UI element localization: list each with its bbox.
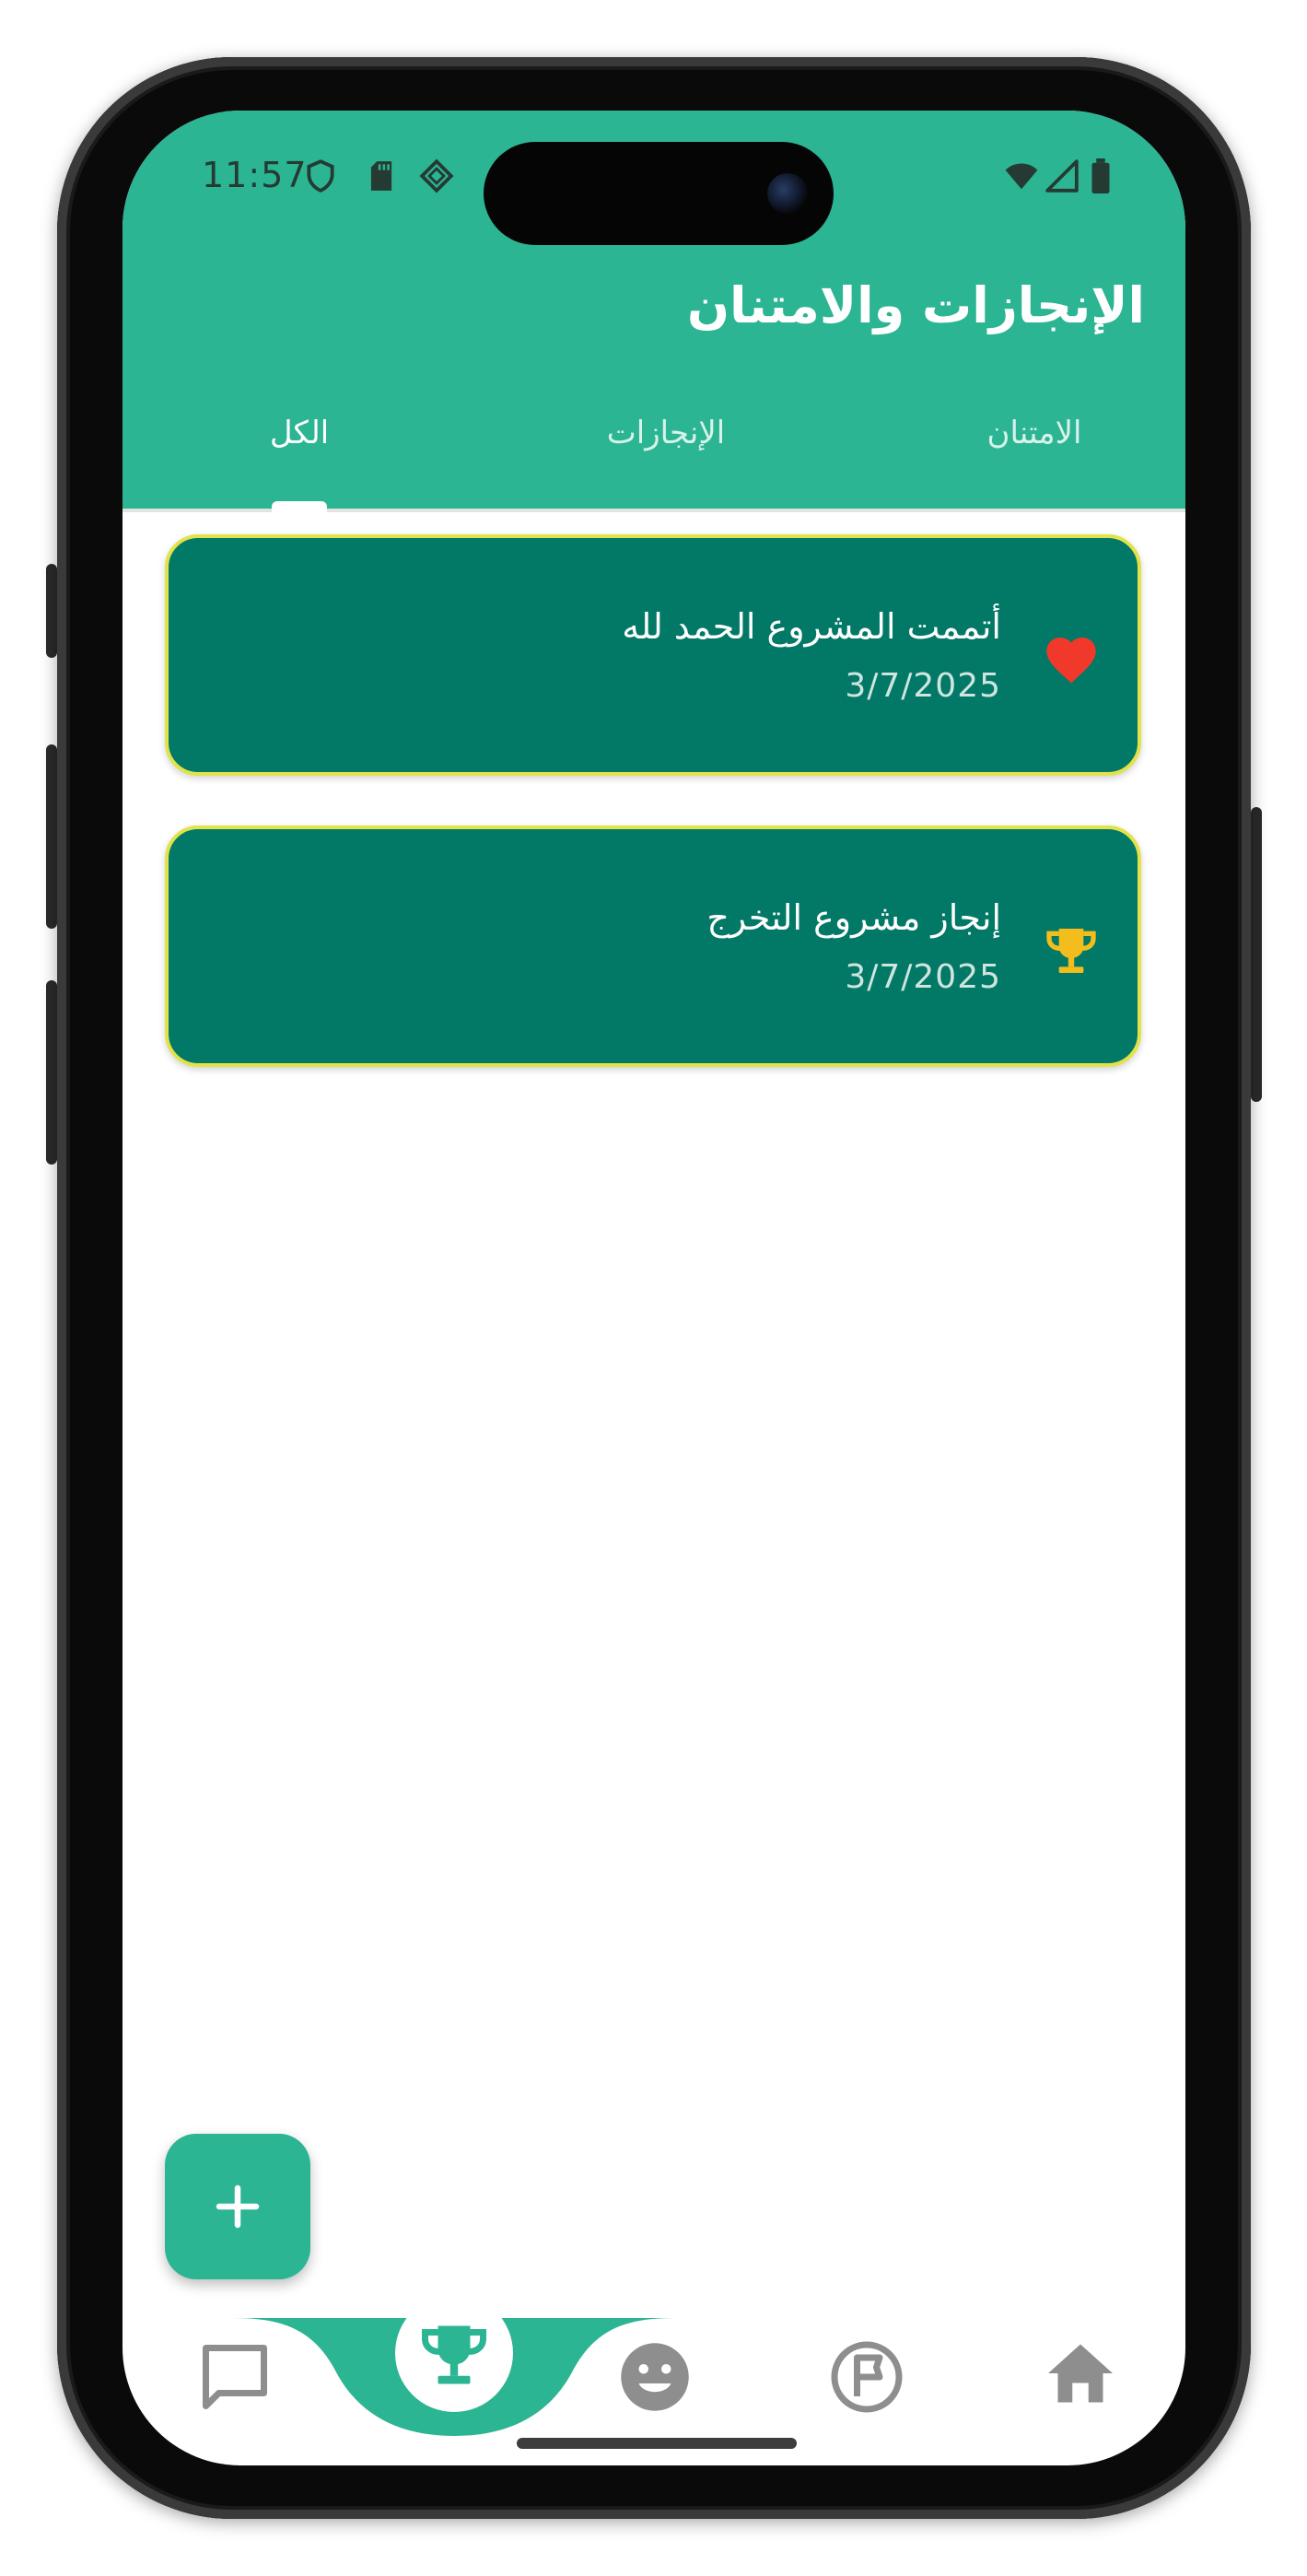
wifi-icon — [1005, 163, 1038, 190]
trophy-icon — [1046, 929, 1096, 973]
chat-icon[interactable] — [196, 2338, 274, 2416]
tab-achievements[interactable]: الإنجازات — [528, 415, 804, 451]
tab-gratitude[interactable]: الامتنان — [896, 415, 1173, 451]
app-screen: 11:57 الإنجازات والامتنان الكل الإنجازات — [123, 111, 1185, 2465]
signal-icon — [1045, 159, 1079, 193]
home-indicator — [517, 2438, 797, 2449]
front-camera — [767, 173, 808, 214]
diamond-icon — [419, 158, 454, 193]
app-header: 11:57 الإنجازات والامتنان الكل الإنجازات — [123, 111, 1185, 512]
power-button — [1251, 807, 1262, 1102]
flag-icon[interactable] — [828, 2338, 905, 2416]
page-title: الإنجازات والامتنان — [686, 276, 1145, 334]
heart-icon — [1046, 638, 1096, 684]
tab-all[interactable]: الكل — [161, 415, 438, 451]
trophy-icon[interactable] — [415, 2316, 493, 2394]
dynamic-island — [484, 142, 834, 245]
action-button — [46, 564, 57, 658]
volume-up-button — [46, 744, 57, 929]
volume-down-button — [46, 980, 57, 1165]
add-entry-button[interactable] — [165, 2134, 310, 2279]
sd-card-icon — [370, 161, 392, 191]
plus-icon — [216, 2184, 260, 2229]
card-date: 3/7/2025 — [845, 667, 1001, 705]
home-icon[interactable] — [1042, 2335, 1119, 2412]
entry-card[interactable]: إنجاز مشروع التخرج 3/7/2025 — [165, 825, 1141, 1067]
card-title: إنجاز مشروع التخرج — [706, 897, 1001, 938]
entry-card[interactable]: أتممت المشروع الحمد لله 3/7/2025 — [165, 534, 1141, 776]
card-title: أتممت المشروع الحمد لله — [622, 606, 1001, 647]
shield-icon — [307, 159, 334, 193]
status-time: 11:57 — [202, 155, 308, 195]
tab-indicator — [272, 501, 327, 512]
card-date: 3/7/2025 — [845, 958, 1001, 996]
smiley-icon[interactable] — [616, 2338, 694, 2416]
battery-icon — [1091, 158, 1110, 193]
